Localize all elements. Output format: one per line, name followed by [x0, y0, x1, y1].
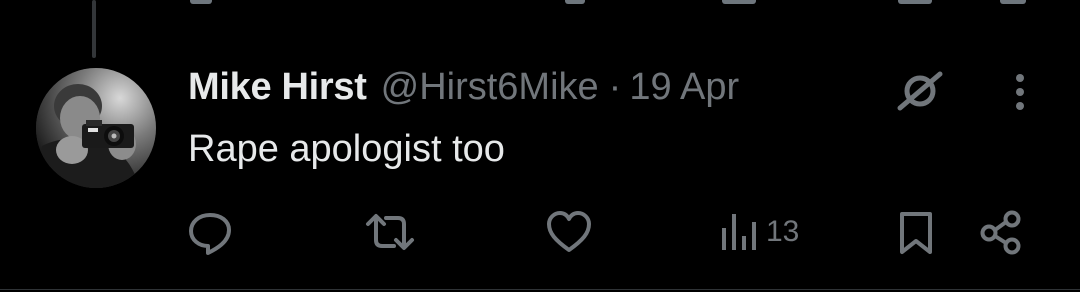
thread-connector-line — [92, 0, 96, 58]
bookmark-icon-fragment — [898, 0, 932, 4]
reply-icon-fragment — [190, 0, 212, 4]
heart-icon-fragment — [565, 0, 585, 4]
share-icon — [980, 210, 1021, 255]
tweet-action-bar: 13 — [0, 205, 1080, 259]
heart-icon — [547, 211, 591, 252]
display-name[interactable]: Mike Hirst — [188, 66, 367, 109]
bookmark-icon — [900, 212, 932, 254]
like-button[interactable] — [545, 205, 593, 259]
tweet-date[interactable]: 19 Apr — [629, 66, 739, 109]
analytics-icon — [722, 214, 756, 250]
separator-dot: · — [608, 65, 622, 108]
reply-icon — [189, 213, 231, 255]
grok-icon[interactable] — [892, 68, 948, 112]
previous-tweet-actions-fragment — [0, 0, 1080, 10]
views-count: 13 — [766, 215, 800, 248]
user-handle[interactable]: @Hirst6Mike — [381, 66, 599, 109]
reply-button[interactable] — [186, 205, 234, 259]
more-options-icon[interactable] — [1006, 70, 1034, 114]
tweet-header: Mike Hirst @Hirst6Mike · 19 Apr — [188, 64, 739, 110]
share-icon-fragment — [1000, 0, 1026, 4]
analytics-icon-fragment — [722, 0, 756, 4]
avatar[interactable] — [36, 68, 156, 188]
retweet-icon — [366, 214, 414, 250]
bookmark-button[interactable] — [896, 205, 936, 259]
share-button[interactable] — [978, 205, 1024, 259]
tweet-text: Rape apologist too — [188, 128, 505, 170]
views-button[interactable]: 13 — [718, 205, 799, 259]
tweet-divider — [0, 289, 1080, 290]
retweet-button[interactable] — [364, 205, 416, 259]
avatar-photo — [36, 68, 156, 188]
